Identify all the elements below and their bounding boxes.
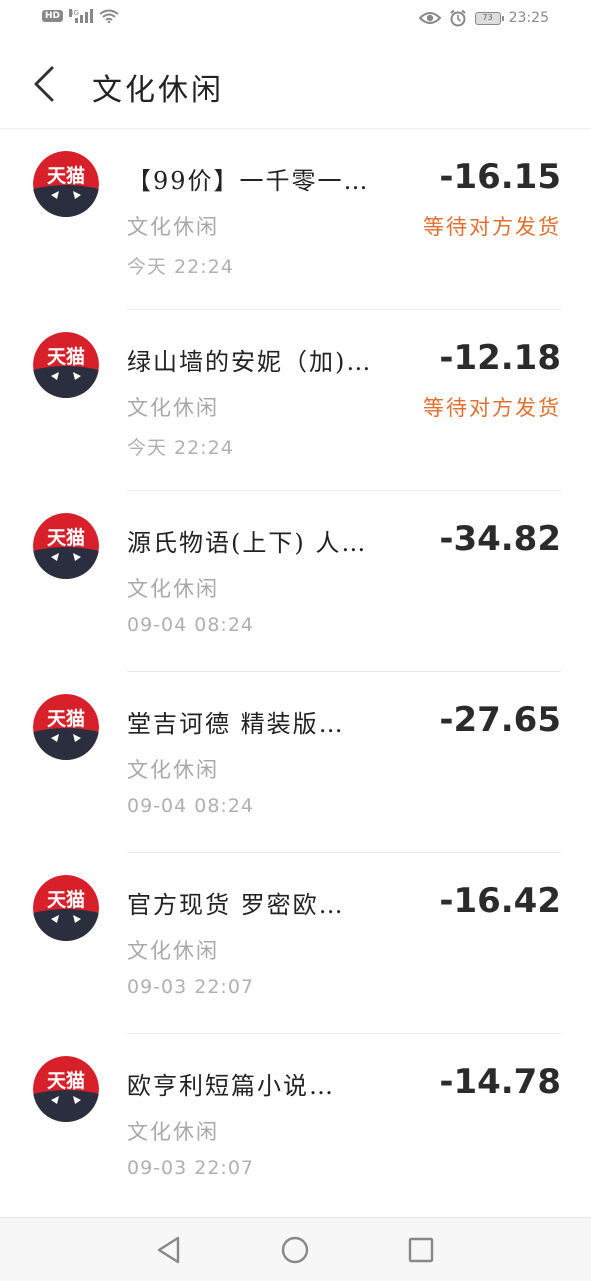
item-category: 文化休闲 (127, 939, 219, 963)
item-amount: -12.18 (439, 338, 561, 378)
tmall-logo-icon: 天猫 (33, 1056, 99, 1122)
item-name: 堂吉诃德 精装版… (127, 710, 345, 738)
item-category: 文化休闲 (127, 215, 219, 239)
status-bar: HD 4G 73 23:25 (0, 0, 591, 40)
tmall-logo-icon: 天猫 (33, 513, 99, 579)
triangle-back-icon[interactable] (152, 1233, 186, 1267)
item-category: 文化休闲 (127, 577, 219, 601)
alarm-icon (450, 9, 466, 27)
item-amount: -16.42 (439, 881, 561, 921)
item-time: 今天 22:24 (127, 256, 234, 278)
transaction-list: 天猫 【99价】一千零一… -16.15 文化休闲 等待对方发货 今天 22:2… (0, 129, 591, 1215)
tmall-logo-text: 天猫 (47, 164, 85, 187)
hd-badge: HD (42, 10, 64, 22)
tmall-logo-text: 天猫 (47, 888, 85, 911)
system-nav-bar (0, 1217, 591, 1281)
tmall-logo-icon: 天猫 (33, 694, 99, 760)
square-recent-icon[interactable] (404, 1233, 438, 1267)
tmall-logo-icon: 天猫 (33, 151, 99, 217)
tmall-logo-icon: 天猫 (33, 875, 99, 941)
item-time: 09-03 22:07 (127, 1157, 255, 1179)
item-amount: -14.78 (439, 1062, 561, 1102)
item-name: 【99价】一千零一… (127, 167, 370, 195)
item-amount: -16.15 (439, 157, 561, 197)
item-status: 等待对方发货 (423, 215, 561, 239)
item-time: 09-04 08:24 (127, 614, 255, 636)
item-time: 09-04 08:24 (127, 795, 255, 817)
status-left: HD 4G (42, 9, 119, 23)
status-right: 73 23:25 (418, 9, 549, 27)
item-time: 今天 22:24 (127, 437, 234, 459)
transaction-row[interactable]: 天猫 堂吉诃德 精装版… -27.65 文化休闲 09-04 08:24 (0, 672, 591, 853)
transaction-row[interactable]: 天猫 【99价】一千零一… -16.15 文化休闲 等待对方发货 今天 22:2… (0, 129, 591, 310)
tmall-logo-text: 天猫 (47, 526, 85, 549)
item-amount: -34.82 (439, 519, 561, 559)
transaction-row[interactable]: 天猫 源氏物语(上下) 人… -34.82 文化休闲 09-04 08:24 (0, 491, 591, 672)
item-category: 文化休闲 (127, 1120, 219, 1144)
tmall-logo-text: 天猫 (47, 1069, 85, 1092)
network-type: 4G (69, 9, 79, 17)
transaction-row[interactable]: 天猫 欧亨利短篇小说… -14.78 文化休闲 09-03 22:07 (0, 1034, 591, 1215)
item-category: 文化休闲 (127, 396, 219, 420)
item-name: 欧亨利短篇小说… (127, 1072, 335, 1100)
eye-icon (418, 12, 441, 24)
wifi-icon (99, 9, 119, 23)
transaction-row[interactable]: 天猫 绿山墙的安妮（加)… -12.18 文化休闲 等待对方发货 今天 22:2… (0, 310, 591, 491)
item-name: 绿山墙的安妮（加)… (127, 348, 373, 376)
item-time: 09-03 22:07 (127, 976, 255, 998)
battery-icon: 73 (474, 11, 504, 25)
clock: 23:25 (508, 10, 549, 26)
transaction-row[interactable]: 天猫 官方现货 罗密欧… -16.42 文化休闲 09-03 22:07 (0, 853, 591, 1034)
item-name: 源氏物语(上下) 人… (127, 529, 368, 557)
page-header: 文化休闲 (0, 40, 591, 129)
tmall-logo-text: 天猫 (47, 345, 85, 368)
circle-home-icon[interactable] (278, 1233, 312, 1267)
tmall-logo-icon: 天猫 (33, 332, 99, 398)
page-title: 文化休闲 (92, 73, 224, 108)
item-amount: -27.65 (439, 700, 561, 740)
item-status: 等待对方发货 (423, 396, 561, 420)
item-category: 文化休闲 (127, 758, 219, 782)
back-chevron-icon[interactable] (28, 62, 64, 106)
signal-icon: 4G (69, 9, 94, 23)
item-name: 官方现货 罗密欧… (127, 891, 345, 919)
tmall-logo-text: 天猫 (47, 707, 85, 730)
